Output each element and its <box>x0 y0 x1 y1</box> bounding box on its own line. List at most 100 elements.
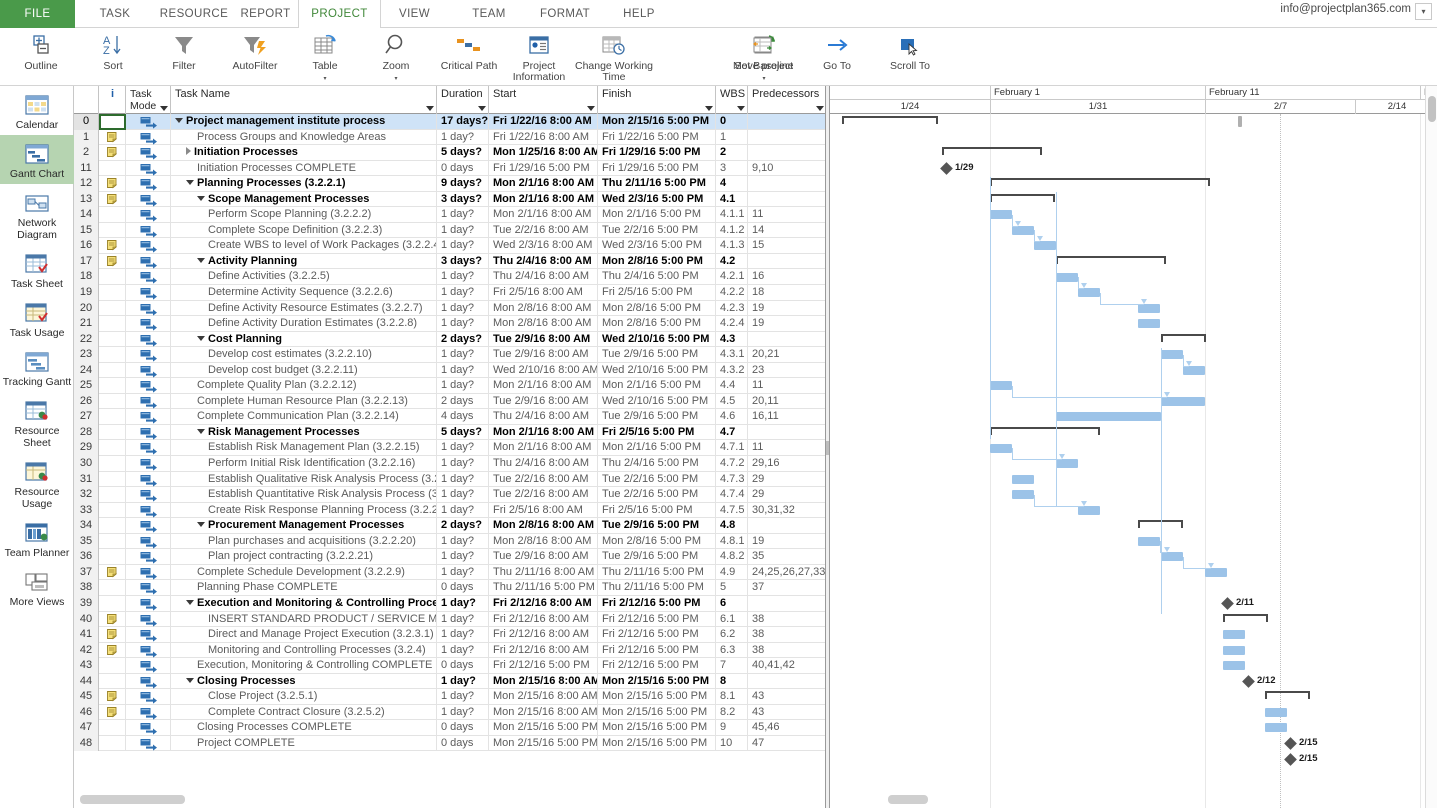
predecessors-cell[interactable] <box>748 254 826 270</box>
start-cell[interactable]: Fri 1/22/16 8:00 AM <box>489 130 598 146</box>
finish-cell[interactable]: Fri 2/12/16 5:00 PM <box>598 658 716 674</box>
finish-cell[interactable]: Thu 2/11/16 5:00 PM <box>598 580 716 596</box>
finish-cell[interactable]: Fri 2/5/16 5:00 PM <box>598 503 716 519</box>
duration-cell[interactable]: 1 day? <box>437 316 489 332</box>
finish-cell[interactable]: Mon 2/8/16 5:00 PM <box>598 316 716 332</box>
task-name-cell[interactable]: Determine Activity Sequence (3.2.2.6) <box>171 285 437 301</box>
column-header-task-name[interactable]: Task Name <box>171 86 437 114</box>
duration-cell[interactable]: 4 days <box>437 409 489 425</box>
finish-cell[interactable]: Mon 2/15/16 5:00 PM <box>598 674 716 690</box>
task-mode-cell[interactable] <box>126 254 171 270</box>
filter-caret-icon[interactable] <box>478 106 486 111</box>
wbs-cell[interactable]: 4.3.1 <box>716 347 748 363</box>
predecessors-cell[interactable]: 20,21 <box>748 347 826 363</box>
wbs-cell[interactable]: 4.8.1 <box>716 534 748 550</box>
row-indicator-cell[interactable] <box>99 503 126 519</box>
wbs-cell[interactable]: 4.2.3 <box>716 301 748 317</box>
row-indicator-cell[interactable] <box>99 238 126 254</box>
task-mode-cell[interactable] <box>126 425 171 441</box>
wbs-cell[interactable]: 0 <box>716 114 748 130</box>
sidebar-item-resource-usage[interactable]: Resource Usage <box>0 453 74 514</box>
sidebar-item-task-sheet[interactable]: Task Sheet <box>0 245 74 294</box>
wbs-cell[interactable]: 4.7.3 <box>716 472 748 488</box>
row-id-cell[interactable]: 20 <box>74 301 99 317</box>
wbs-cell[interactable]: 4.7.2 <box>716 456 748 472</box>
task-name-cell[interactable]: Close Project (3.2.5.1) <box>171 689 437 705</box>
wbs-cell[interactable]: 6.3 <box>716 643 748 659</box>
gantt-summary-bar[interactable] <box>1223 614 1268 622</box>
expand-triangle-icon[interactable] <box>175 118 183 123</box>
duration-cell[interactable]: 1 day? <box>437 689 489 705</box>
start-cell[interactable]: Fri 2/12/16 8:00 AM <box>489 612 598 628</box>
duration-cell[interactable]: 9 days? <box>437 176 489 192</box>
row-indicator-cell[interactable] <box>99 130 126 146</box>
gantt-task-bar[interactable] <box>1056 459 1078 468</box>
ribbon-button-autofilter[interactable]: AutoFilter <box>221 30 289 72</box>
row-indicator-cell[interactable] <box>99 161 126 177</box>
row-indicator-cell[interactable] <box>99 192 126 208</box>
finish-cell[interactable]: Wed 2/10/16 5:00 PM <box>598 363 716 379</box>
start-cell[interactable]: Mon 2/8/16 8:00 AM <box>489 301 598 317</box>
table-row[interactable]: 39Execution and Monitoring & Controlling… <box>74 596 825 612</box>
wbs-cell[interactable]: 10 <box>716 736 748 752</box>
start-cell[interactable]: Mon 2/1/16 8:00 AM <box>489 378 598 394</box>
task-name-cell[interactable]: Execution and Monitoring & Controlling P… <box>171 596 437 612</box>
gantt-task-bar[interactable] <box>1183 366 1205 375</box>
row-indicator-cell[interactable] <box>99 456 126 472</box>
task-name-cell[interactable]: Closing Processes <box>171 674 437 690</box>
table-row[interactable]: 26Complete Human Resource Plan (3.2.2.13… <box>74 394 825 410</box>
task-mode-cell[interactable] <box>126 238 171 254</box>
finish-cell[interactable]: Wed 2/10/16 5:00 PM <box>598 332 716 348</box>
start-cell[interactable]: Tue 2/2/16 8:00 AM <box>489 472 598 488</box>
row-id-cell[interactable]: 17 <box>74 254 99 270</box>
start-cell[interactable]: Fri 1/22/16 8:00 AM <box>489 114 598 130</box>
table-row[interactable]: 43Execution, Monitoring & Controlling CO… <box>74 658 825 674</box>
gantt-task-bar[interactable] <box>1056 273 1078 282</box>
ribbon-button-project-information[interactable]: Project Information <box>505 30 573 83</box>
task-mode-cell[interactable] <box>126 114 171 130</box>
duration-cell[interactable]: 1 day? <box>437 627 489 643</box>
start-cell[interactable]: Thu 2/11/16 8:00 AM <box>489 565 598 581</box>
finish-cell[interactable]: Tue 2/9/16 5:00 PM <box>598 409 716 425</box>
table-row[interactable]: 41Direct and Manage Project Execution (3… <box>74 627 825 643</box>
tab-project[interactable]: PROJECT <box>298 0 381 29</box>
task-name-cell[interactable]: Process Groups and Knowledge Areas <box>171 130 437 146</box>
table-horizontal-scrollbar[interactable] <box>80 795 820 805</box>
gantt-milestone-marker[interactable] <box>1242 675 1255 688</box>
task-mode-cell[interactable] <box>126 503 171 519</box>
duration-cell[interactable]: 1 day? <box>437 487 489 503</box>
gantt-task-bar[interactable] <box>1223 646 1245 655</box>
gantt-milestone-marker[interactable] <box>940 162 953 175</box>
table-row[interactable]: 28Risk Management Processes5 days?Mon 2/… <box>74 425 825 441</box>
finish-cell[interactable]: Mon 2/15/16 5:00 PM <box>598 705 716 721</box>
filter-caret-icon[interactable] <box>737 106 745 111</box>
duration-cell[interactable]: 1 day? <box>437 643 489 659</box>
row-indicator-cell[interactable] <box>99 627 126 643</box>
predecessors-cell[interactable]: 29,16 <box>748 456 826 472</box>
table-row[interactable]: 33Create Risk Response Planning Process … <box>74 503 825 519</box>
row-indicator-cell[interactable] <box>99 736 126 752</box>
task-mode-cell[interactable] <box>126 145 171 161</box>
finish-cell[interactable]: Fri 2/12/16 5:00 PM <box>598 612 716 628</box>
wbs-cell[interactable]: 4.1.3 <box>716 238 748 254</box>
start-cell[interactable]: Wed 2/3/16 8:00 AM <box>489 238 598 254</box>
duration-cell[interactable]: 1 day? <box>437 456 489 472</box>
task-name-cell[interactable]: Establish Qualitative Risk Analysis Proc… <box>171 472 437 488</box>
wbs-cell[interactable]: 8.2 <box>716 705 748 721</box>
row-indicator-cell[interactable] <box>99 363 126 379</box>
duration-cell[interactable]: 1 day? <box>437 674 489 690</box>
wbs-cell[interactable]: 4.9 <box>716 565 748 581</box>
table-row[interactable]: 0Project management institute process17 … <box>74 114 825 130</box>
gantt-milestone-marker[interactable] <box>1221 597 1234 610</box>
duration-cell[interactable]: 1 day? <box>437 238 489 254</box>
column-header-info-icon[interactable]: i <box>99 86 126 114</box>
gantt-summary-bar[interactable] <box>842 116 938 124</box>
row-id-cell[interactable]: 14 <box>74 207 99 223</box>
row-indicator-cell[interactable] <box>99 472 126 488</box>
predecessors-cell[interactable]: 18 <box>748 285 826 301</box>
duration-cell[interactable]: 1 day? <box>437 223 489 239</box>
task-name-cell[interactable]: Closing Processes COMPLETE <box>171 720 437 736</box>
filter-caret-icon[interactable] <box>426 106 434 111</box>
filter-caret-icon[interactable] <box>160 106 168 111</box>
predecessors-cell[interactable]: 37 <box>748 580 826 596</box>
